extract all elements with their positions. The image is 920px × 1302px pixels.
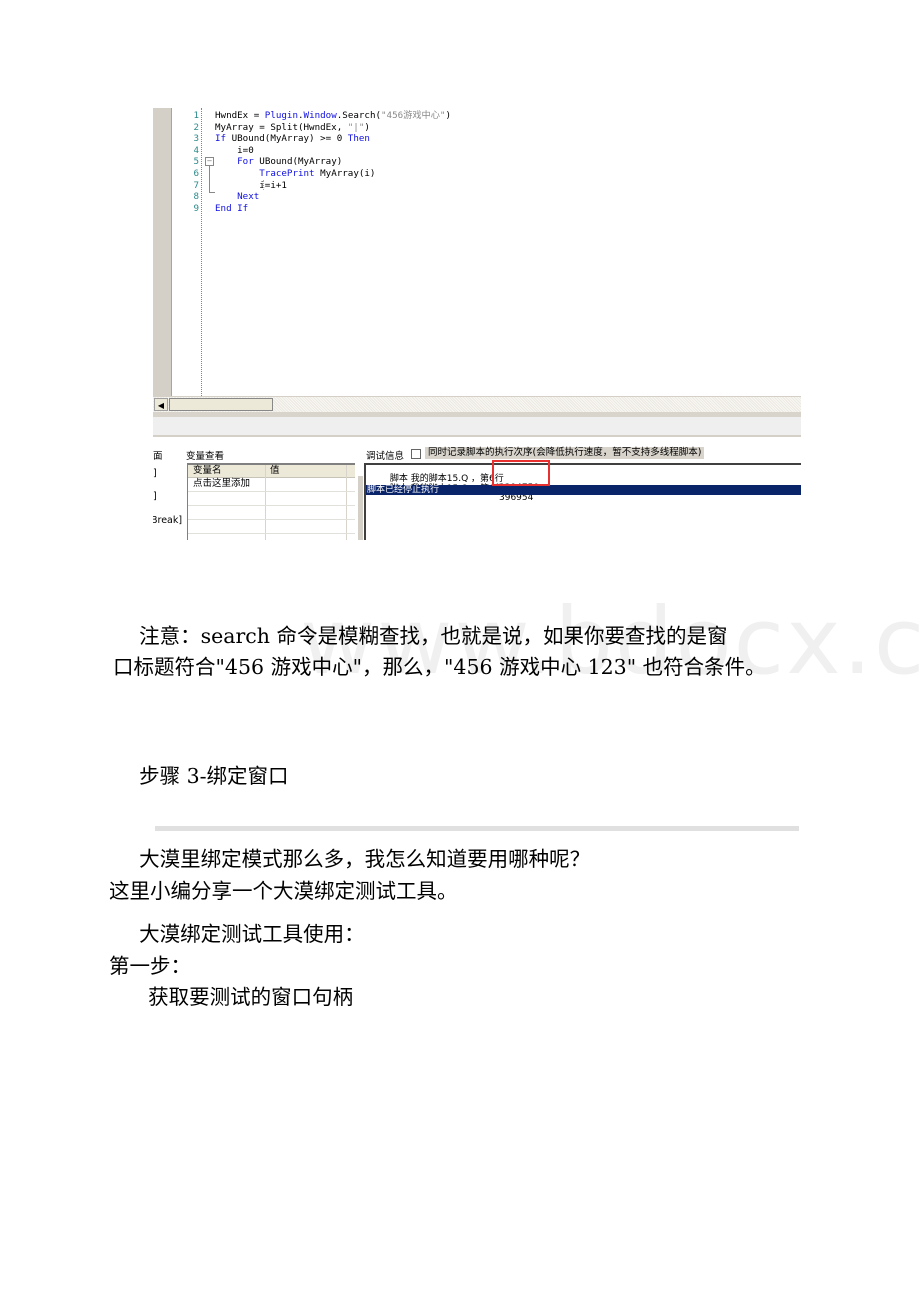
horizontal-rule [155,826,799,831]
string-token: "456游戏中心" [381,110,446,121]
code-text: TracePrint MyArray(i) [215,168,375,180]
ide-screenshot: 1 HwndEx = Plugin.Window.Search("456游戏中心"… [153,108,801,540]
line-number: 4 [193,144,199,156]
line-number: 5 [193,156,199,168]
variables-table[interactable]: 变量名 值 点击这里添加 [187,463,355,540]
gutter-divider [201,108,202,396]
step-one-label: 第一步： [109,954,191,978]
code-text: For UBound(MyArray) [215,156,342,168]
code-token: i=0 [215,144,254,156]
debug-log[interactable]: 脚本 我的脚本15.Q ，第6行 2294750 脚本 我的脚本15.Q ，第6… [364,463,801,540]
intro-line1: 大漠里绑定模式那么多，我怎么知道要用哪种呢？ [113,847,591,871]
code-token: .Search( [336,110,382,121]
edge-label: 面 [153,451,163,462]
add-variable-row[interactable]: 点击这里添加 [193,478,250,490]
note-paragraph-line1: 注意：search 命令是模糊查找，也就是说，如果你要查找的是窗 [113,624,728,648]
code-editor: 1 HwndEx = Plugin.Window.Search("456游戏中心"… [153,108,801,396]
scrollbar-thumb[interactable] [169,398,273,411]
record-order-checkbox[interactable] [411,449,421,459]
keyword-token: Plugin [264,110,298,121]
row-divider [188,519,355,520]
edge-label: ] [153,491,157,502]
column-divider [265,465,266,540]
keyword-token: TracePrint [259,167,315,179]
code-token: i=i+1 [215,179,287,191]
line-number: 3 [193,133,199,145]
column-header-value[interactable]: 值 [270,465,280,477]
note-paragraph-line2: 口标题符合"456 游戏中心"，那么，"456 游戏中心 123" 也符合条件。 [113,655,766,679]
edge-label: Break] [153,515,183,526]
highlight-annotation [492,460,550,486]
intro-line2: 这里小编分享一个大漠绑定测试工具。 [109,879,458,903]
row-divider [188,491,355,492]
code-text: i=0 [215,145,254,157]
log-status-selected[interactable]: 脚本已经停止执行 [366,485,801,495]
scroll-left-arrow-icon[interactable]: ◀ [154,398,168,411]
step-heading: 步骤 3-绑定窗口 [113,764,289,788]
line-number: 7 [193,179,199,191]
line-number: 1 [193,110,199,121]
code-token: UBound(MyArray) >= 0 [226,133,348,145]
variables-panel-title: 变量查看 [186,451,225,462]
code-text: HwndEx = Plugin.Window.Search("456游戏中心") [215,110,451,122]
keyword-token: For [237,156,254,168]
fold-guide [209,166,215,193]
code-text: i=i+1 [215,180,287,192]
keyword-token: End If [215,202,249,214]
debug-panel-title: 调试信息 [366,451,405,462]
usage-heading: 大漠绑定测试工具使用： [113,922,365,946]
debug-area: 面 ] ] Break] 变量查看 变量名 值 点击这里添加 调试信息 同时记录… [153,446,801,540]
line-number: 8 [193,191,199,203]
line-number: 9 [193,202,199,214]
log-value: 396954 [499,493,534,503]
row-divider [188,505,355,506]
code-token: UBound(MyArray) [253,156,343,168]
step-one-detail: 获取要测试的窗口句柄 [109,985,354,1009]
keyword-token: Window [303,110,337,121]
keyword-token: Next [237,191,260,203]
indent-guide [263,180,264,190]
panel-bar [153,417,801,437]
string-token: "|" [347,121,365,133]
code-token: ) [364,121,370,133]
code-token: MyArray(i) [314,167,376,179]
code-token: ) [445,110,451,121]
row-divider [188,533,355,534]
editor-margin [153,108,172,396]
edge-label: ] [153,468,157,479]
fold-collapse-icon[interactable]: − [205,157,214,166]
code-text: MyArray = Split(HwndEx, "|") [215,122,370,134]
code-token: HwndEx = [215,110,265,121]
code-text: End If [215,203,248,215]
code-token: MyArray = Split(HwndEx, [215,121,348,133]
horizontal-scrollbar[interactable]: ◀ [153,396,801,413]
variables-table-header: 变量名 值 [188,465,355,478]
column-divider [346,465,347,540]
keyword-token: Then [347,133,370,145]
splitter-vertical[interactable] [358,476,363,540]
code-text: Next [215,191,259,203]
code-text: If UBound(MyArray) >= 0 Then [215,133,370,145]
column-header-name[interactable]: 变量名 [193,465,222,477]
line-number: 2 [193,121,199,133]
record-order-label[interactable]: 同时记录脚本的执行次序(会降低执行速度，暂不支持多线程脚本) [425,447,705,459]
keyword-token: If [215,133,227,145]
line-number: 6 [193,167,199,179]
